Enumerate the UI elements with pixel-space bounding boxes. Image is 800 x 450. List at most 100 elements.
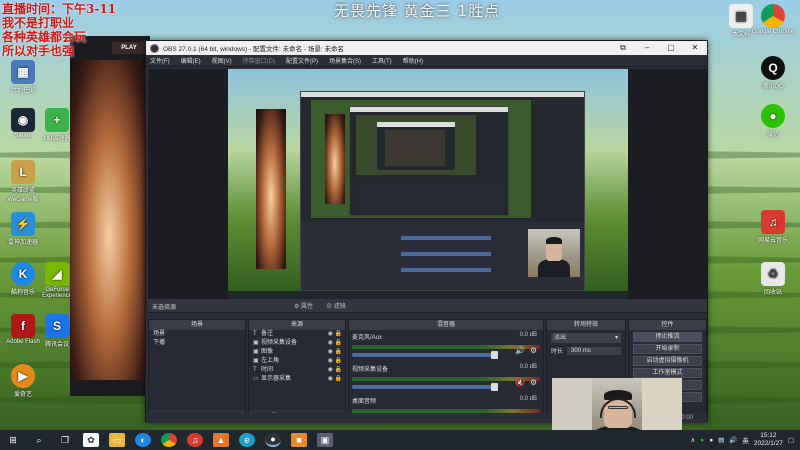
desktop-icon[interactable]: ⚡ 雷神加速器 <box>0 212 46 246</box>
wechat-tray-icon[interactable]: ● <box>700 437 704 444</box>
app-icon[interactable]: ■ <box>291 433 307 447</box>
scene-item[interactable]: 场景 <box>149 330 245 339</box>
overlay-line: 我不是打职业 <box>2 16 75 30</box>
camera-icon: ▣ <box>253 340 259 346</box>
system-tray: ∧ ● ● ▤ 🔊 英 15:12 2022/1/27 ▢ <box>691 430 794 450</box>
eye-icon[interactable]: ◉ <box>328 375 333 384</box>
obs-titlebar[interactable]: OBS 27.0.1 (64 bit, windows) - 配置文件: 未命名… <box>146 41 707 55</box>
desktop-icon[interactable]: Q 腾讯QQ <box>750 56 796 90</box>
edge-icon[interactable]: e <box>239 433 255 447</box>
windows-start-icon[interactable]: ⊞ <box>5 433 21 447</box>
source-item[interactable]: ▣ 左上角 ◉ 🔒 <box>249 357 345 366</box>
app-icon[interactable]: ✿ <box>83 433 99 447</box>
source-item[interactable]: T 备注 ◉ 🔒 <box>249 330 345 339</box>
maximize-button[interactable]: ▢ <box>659 43 683 53</box>
desktop-icon[interactable]: ▶ 爱奇艺 <box>0 364 46 398</box>
obs-icon[interactable]: ● <box>265 433 281 447</box>
thunder-icon: ⚡ <box>11 212 35 236</box>
menu-bar: 文件(F) 编辑(E) 视图(V) 停靠窗口(D) 配置文件(P) 场景集合(S… <box>146 55 707 67</box>
uu-icon: + <box>45 108 69 132</box>
menu-file[interactable]: 文件(F) <box>150 56 170 65</box>
play-button[interactable]: PLAY <box>112 42 146 54</box>
rank-overlay: 无畏先锋 黄金三 1胜点 <box>334 2 501 20</box>
volume-slider[interactable] <box>352 383 498 391</box>
network-icon[interactable]: ▤ <box>718 436 724 444</box>
task-view-icon[interactable]: ❐ <box>57 433 73 447</box>
volume-meter <box>352 345 540 349</box>
source-item[interactable]: ▭ 显示器采集 ◉ 🔒 <box>249 375 345 384</box>
menu-view[interactable]: 视图(V) <box>212 56 232 65</box>
desktop-icon[interactable]: ♫ 网易云音乐 <box>750 210 796 244</box>
eye-icon[interactable]: ◉ <box>328 348 333 357</box>
stream-overlay: 直播时间：下午3-11 我不是打职业 各种英雄都会玩 所以对手也强 <box>2 2 116 58</box>
qq-tray-icon[interactable]: ● <box>709 437 713 444</box>
window-title: OBS 27.0.1 (64 bit, windows) - 配置文件: 未命名… <box>163 46 344 53</box>
lock-icon[interactable]: 🔒 <box>335 375 342 384</box>
desktop-icon[interactable]: ▦ 计划任务 <box>0 60 46 94</box>
duration-input[interactable]: 300 ms <box>567 346 621 355</box>
preview-canvas[interactable] <box>148 69 707 338</box>
ime-indicator[interactable]: 英 <box>742 435 749 445</box>
desktop-icon[interactable]: ● 微信 <box>750 104 796 138</box>
clock[interactable]: 15:12 2022/1/27 <box>754 432 783 448</box>
eye-icon[interactable]: ◉ <box>328 357 333 366</box>
eye-icon[interactable]: ◉ <box>328 339 333 348</box>
text-icon: T <box>253 331 257 337</box>
menu-docks[interactable]: 停靠窗口(D) <box>243 56 275 65</box>
mixer-dock: 混音器 麦克风/Aux 0.0 dB 🔊 ⚙ 视频采集设备 0.0 dB 🔇 ⚙… <box>348 319 544 423</box>
notification-icon[interactable]: ▢ <box>788 436 794 444</box>
source-item[interactable]: ▣ 图像 ◉ 🔒 <box>249 348 345 357</box>
minimize-button[interactable]: – <box>635 43 659 53</box>
menu-help[interactable]: 帮助(H) <box>403 56 423 65</box>
app-icon[interactable]: ▣ <box>317 433 333 447</box>
desktop-icon[interactable]: L 英雄联盟 WeGame版 <box>0 160 46 203</box>
lock-icon[interactable]: 🔒 <box>335 348 342 357</box>
track-db: 0.0 dB <box>519 332 537 338</box>
steam-icon: ◉ <box>11 108 35 132</box>
obs-logo-icon <box>150 43 159 53</box>
stop-streaming-button[interactable]: 停止推流 <box>633 332 702 342</box>
netease-icon[interactable]: ♫ <box>187 433 203 447</box>
folder-icon[interactable]: ▭ <box>109 433 125 447</box>
restore-icon[interactable]: ⧉ <box>611 43 635 53</box>
app-icon[interactable]: ▲ <box>213 433 229 447</box>
desktop-icon[interactable]: Google Chrome <box>750 4 796 35</box>
chevron-up-icon[interactable]: ∧ <box>691 436 696 444</box>
eye-icon[interactable]: ◉ <box>328 330 333 339</box>
text-icon: T <box>253 367 257 373</box>
transition-select[interactable]: 淡出 ▾ <box>551 333 621 343</box>
close-button[interactable]: ✕ <box>683 43 707 53</box>
filters-button[interactable]: ⊘ 滤镜 <box>326 301 346 310</box>
start-recording-button[interactable]: 开始录制 <box>633 344 702 354</box>
slider-handle[interactable] <box>491 383 498 391</box>
scene-item[interactable]: 下播 <box>149 339 245 348</box>
studio-mode-button[interactable]: 工作室模式 <box>633 368 702 378</box>
desktop-icon[interactable]: ♻ 回收站 <box>750 262 796 296</box>
lock-icon[interactable]: 🔒 <box>335 330 342 339</box>
slider-handle[interactable] <box>491 351 498 359</box>
properties-button[interactable]: ⚙ 属性 <box>294 301 313 310</box>
image-icon: ▣ <box>253 358 259 364</box>
menu-profile[interactable]: 配置文件(P) <box>286 56 318 65</box>
source-item[interactable]: T 时间 ◉ 🔒 <box>249 366 345 375</box>
menu-scene-collection[interactable]: 场景集合(S) <box>329 56 361 65</box>
menu-tools[interactable]: 工具(T) <box>372 56 392 65</box>
eye-icon[interactable]: ◉ <box>328 366 333 375</box>
muted-speaker-icon[interactable]: 🔇 <box>515 378 525 387</box>
volume-icon[interactable]: 🔊 <box>729 436 737 444</box>
lock-icon[interactable]: 🔒 <box>335 357 342 366</box>
start-virtual-camera-button[interactable]: 启动虚拟摄像机 <box>633 356 702 366</box>
search-icon[interactable]: ⌕ <box>31 433 47 447</box>
gear-icon[interactable]: ⚙ <box>530 346 537 355</box>
controls-header: 控件 <box>629 320 706 330</box>
speaker-icon[interactable]: 🔊 <box>515 346 525 355</box>
volume-slider[interactable] <box>352 351 498 359</box>
lock-icon[interactable]: 🔒 <box>335 339 342 348</box>
gear-icon[interactable]: ⚙ <box>530 378 537 387</box>
source-item[interactable]: ▣ 视频采集设备 ◉ 🔒 <box>249 339 345 348</box>
chrome-icon[interactable] <box>161 433 177 447</box>
scenes-header: 场景 <box>149 320 245 330</box>
lock-icon[interactable]: 🔒 <box>335 366 342 375</box>
menu-edit[interactable]: 编辑(E) <box>181 56 201 65</box>
browser-icon[interactable]: ◐ <box>135 433 151 447</box>
